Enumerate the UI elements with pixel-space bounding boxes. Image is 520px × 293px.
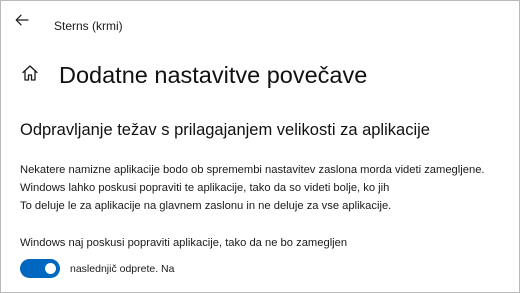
toggle-state-text: naslednjič odprete. Na: [70, 263, 175, 275]
fix-apps-toggle[interactable]: [20, 259, 60, 278]
home-icon: [22, 65, 38, 81]
home-button[interactable]: [20, 63, 40, 83]
toggle-knob: [45, 263, 56, 274]
window-title: Sterns (krmi): [54, 19, 123, 33]
title-bar: Sterns (krmi): [1, 1, 519, 41]
description-line: Windows lahko poskusi popraviti te aplik…: [20, 182, 390, 194]
page-title: Dodatne nastavitve povečave: [59, 62, 368, 88]
description-line: To deluje le za aplikacije na glavnem za…: [20, 200, 392, 212]
back-button[interactable]: [11, 10, 33, 30]
settings-window: Sterns (krmi) Dodatne nastavitve povečav…: [0, 0, 520, 293]
section-heading: Odpravljanje težav s prilagajanjem velik…: [20, 121, 430, 139]
description-line: Nekatere namizne aplikacije bodo ob spre…: [20, 164, 485, 176]
back-arrow-icon: [15, 14, 29, 26]
fix-apps-setting-label: Windows naj poskusi popraviti aplikacije…: [20, 237, 348, 249]
